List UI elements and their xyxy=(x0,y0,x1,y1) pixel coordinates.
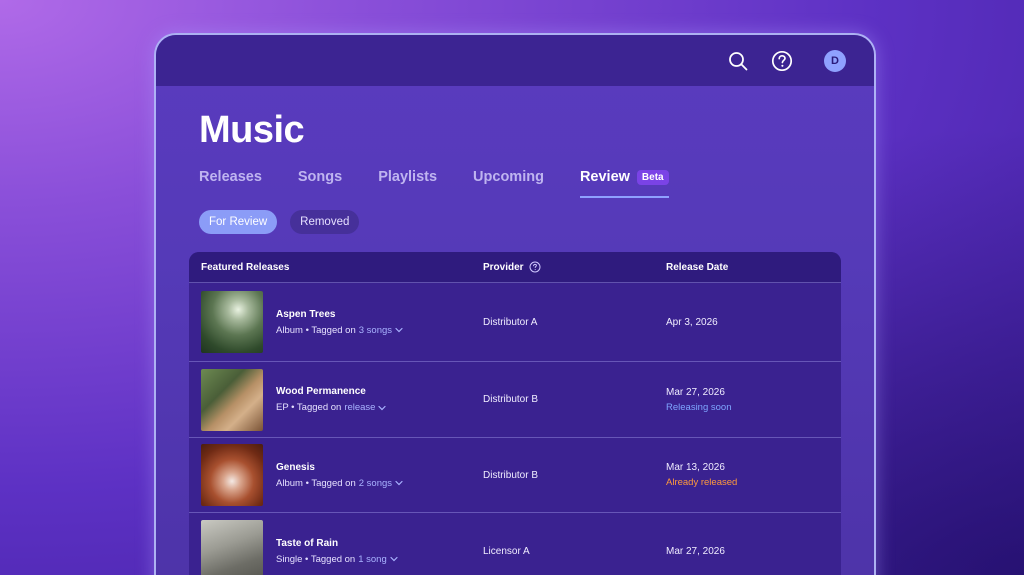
table-header: Featured Releases Provider Release Date xyxy=(189,252,841,283)
tab-bar: Releases Songs Playlists Upcoming Review… xyxy=(199,169,705,198)
tab-upcoming[interactable]: Upcoming xyxy=(473,169,544,198)
release-type: EP • Tagged on xyxy=(276,402,342,413)
album-artwork xyxy=(201,368,263,431)
tab-label: Songs xyxy=(297,169,343,185)
tab-review[interactable]: Review Beta xyxy=(579,169,669,198)
filter-removed[interactable]: Removed xyxy=(290,210,360,234)
column-header-featured-releases[interactable]: Featured Releases xyxy=(189,262,483,273)
app-window: D Music Releases Songs Playlists Upcomin… xyxy=(154,33,876,575)
release-date: Mar 13, 2026 xyxy=(666,462,725,473)
page-title: Music xyxy=(199,109,305,151)
release-subtitle: Album • Tagged on 2 songs xyxy=(276,478,403,489)
top-bar: D xyxy=(156,35,874,86)
tagged-link[interactable]: 1 song xyxy=(358,554,398,565)
chevron-down-icon xyxy=(390,556,398,562)
filter-pills: For Review Removed xyxy=(199,210,360,234)
tab-label: Releases xyxy=(199,169,262,185)
column-header-release-date[interactable]: Release Date xyxy=(666,262,841,273)
tagged-link-label: 1 song xyxy=(358,553,387,565)
column-header-label: Provider xyxy=(483,261,524,273)
release-subtitle: EP • Tagged on release xyxy=(276,402,387,413)
search-icon[interactable] xyxy=(726,49,750,73)
release-title: Taste of Rain xyxy=(276,537,339,549)
tab-label: Upcoming xyxy=(473,169,544,185)
tab-label: Review xyxy=(579,169,630,185)
album-artwork xyxy=(201,444,263,506)
release-status: Releasing soon xyxy=(666,401,732,413)
release-subtitle: Single • Tagged on 1 song xyxy=(276,554,398,565)
release-type: Album • Tagged on xyxy=(276,477,356,489)
chevron-down-icon xyxy=(378,405,387,410)
release-type: Album • Tagged on xyxy=(276,324,356,336)
release-title: Genesis xyxy=(276,461,315,473)
release-type: Single • Tagged on xyxy=(276,553,356,565)
tagged-link-label: release xyxy=(344,402,376,413)
tab-playlists[interactable]: Playlists xyxy=(378,169,437,198)
release-date: Mar 27, 2026 xyxy=(666,545,725,557)
chevron-down-icon xyxy=(395,327,403,333)
table-row[interactable]: Genesis Album • Tagged on 2 songs Distri… xyxy=(189,438,841,513)
provider-name: Distributor B xyxy=(483,394,539,405)
tagged-link[interactable]: 3 songs xyxy=(359,325,403,336)
help-icon[interactable] xyxy=(770,49,794,73)
user-avatar[interactable]: D xyxy=(824,49,846,72)
release-date: Apr 3, 2026 xyxy=(666,316,718,328)
tagged-link-label: 3 songs xyxy=(358,324,393,336)
provider-name: Distributor B xyxy=(483,469,539,481)
tagged-link-label: 2 songs xyxy=(358,477,393,489)
tab-releases[interactable]: Releases xyxy=(199,169,262,198)
releases-table: Featured Releases Provider Release Date … xyxy=(189,252,841,575)
info-icon[interactable] xyxy=(529,261,541,273)
release-title: Wood Permanence xyxy=(276,386,366,397)
album-artwork xyxy=(201,291,263,353)
provider-name: Licensor A xyxy=(483,545,530,557)
table-row[interactable]: Wood Permanence EP • Tagged on release D… xyxy=(189,362,841,438)
chevron-down-icon xyxy=(395,480,403,486)
table-row[interactable]: Aspen Trees Album • Tagged on 3 songs Di… xyxy=(189,283,841,362)
tagged-link[interactable]: release xyxy=(344,402,387,413)
table-row[interactable]: Taste of Rain Single • Tagged on 1 song … xyxy=(189,513,841,575)
provider-name: Distributor A xyxy=(483,316,538,328)
album-artwork xyxy=(201,520,263,575)
release-subtitle: Album • Tagged on 3 songs xyxy=(276,325,403,336)
column-header-provider[interactable]: Provider xyxy=(483,261,666,273)
release-status: Already released xyxy=(666,477,738,488)
release-date: Mar 27, 2026 xyxy=(666,386,725,398)
beta-badge: Beta xyxy=(636,169,669,185)
release-title: Aspen Trees xyxy=(276,308,336,320)
tagged-link[interactable]: 2 songs xyxy=(359,478,403,489)
filter-for-review[interactable]: For Review xyxy=(199,210,278,234)
tab-songs[interactable]: Songs xyxy=(298,169,342,198)
tab-label: Playlists xyxy=(378,169,438,185)
